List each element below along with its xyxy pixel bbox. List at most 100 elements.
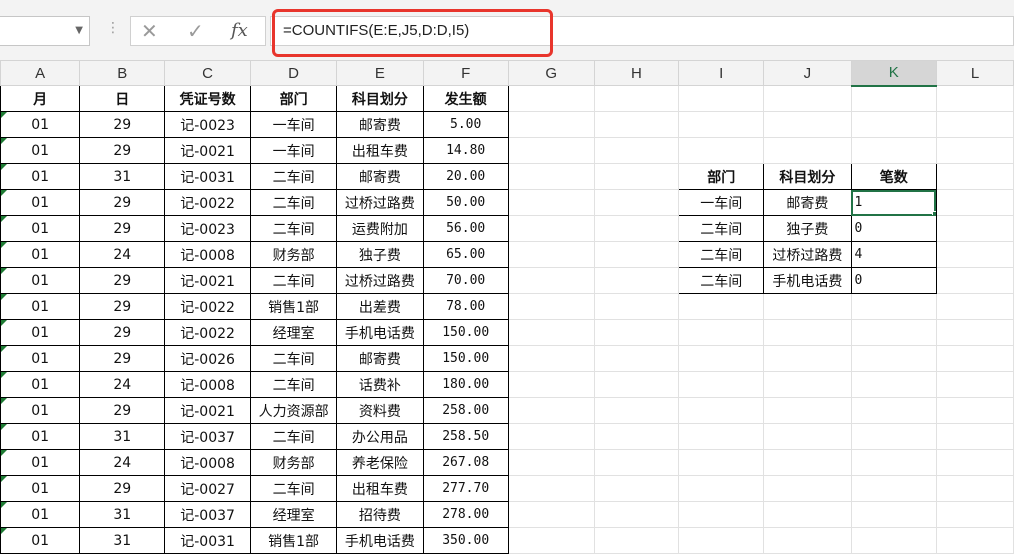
empty-cell[interactable] <box>593 449 680 476</box>
empty-cell[interactable] <box>850 527 937 554</box>
cell-month[interactable]: 01 <box>0 137 81 164</box>
cell-subject[interactable]: 过桥过路费 <box>336 189 424 216</box>
empty-cell[interactable] <box>593 371 680 398</box>
empty-cell[interactable] <box>935 137 1014 164</box>
cell-day[interactable]: 29 <box>79 345 166 372</box>
empty-cell[interactable] <box>935 397 1014 424</box>
empty-cell[interactable] <box>935 371 1014 398</box>
cell-voucher[interactable]: 记-0021 <box>164 267 251 294</box>
cell-voucher[interactable]: 记-0021 <box>164 397 251 424</box>
chevron-down-icon[interactable]: ▼ <box>75 25 83 36</box>
cell-dept[interactable]: 销售1部 <box>249 293 338 320</box>
empty-cell[interactable] <box>935 319 1014 346</box>
cell-day[interactable]: 24 <box>79 371 166 398</box>
cancel-icon[interactable]: ✕ <box>141 19 158 43</box>
empty-cell[interactable] <box>935 293 1014 320</box>
cell-voucher[interactable]: 记-0008 <box>164 371 251 398</box>
summary-cell-dept[interactable]: 二车间 <box>678 215 765 242</box>
cell-day[interactable]: 29 <box>79 267 166 294</box>
empty-cell[interactable] <box>507 267 595 294</box>
cell-subject[interactable]: 独子费 <box>336 241 424 268</box>
cell-amount[interactable]: 150.00 <box>422 345 509 372</box>
empty-cell[interactable] <box>935 423 1014 450</box>
empty-cell[interactable] <box>763 137 852 164</box>
header-day[interactable]: 日 <box>79 85 166 112</box>
empty-cell[interactable] <box>935 189 1014 216</box>
cell-day[interactable]: 31 <box>79 163 166 190</box>
cell-amount[interactable]: 78.00 <box>422 293 509 320</box>
empty-cell[interactable] <box>935 241 1014 268</box>
empty-cell[interactable] <box>678 137 765 164</box>
cell-dept[interactable]: 二车间 <box>249 345 338 372</box>
cell-amount[interactable]: 56.00 <box>422 215 509 242</box>
empty-cell[interactable] <box>678 85 765 112</box>
cell-day[interactable]: 24 <box>79 449 166 476</box>
cell-subject[interactable]: 邮寄费 <box>336 111 424 138</box>
empty-cell[interactable] <box>593 111 680 138</box>
cell-subject[interactable]: 出差费 <box>336 293 424 320</box>
cell-voucher[interactable]: 记-0027 <box>164 475 251 502</box>
cell-subject[interactable]: 运费附加 <box>336 215 424 242</box>
empty-cell[interactable] <box>935 111 1014 138</box>
empty-cell[interactable] <box>763 371 852 398</box>
empty-cell[interactable] <box>593 85 680 112</box>
cell-month[interactable]: 01 <box>0 267 81 294</box>
cell-subject[interactable]: 手机电话费 <box>336 527 424 554</box>
empty-cell[interactable] <box>593 163 680 190</box>
cell-dept[interactable]: 二车间 <box>249 215 338 242</box>
empty-cell[interactable] <box>763 111 852 138</box>
cell-month[interactable]: 01 <box>0 501 81 528</box>
empty-cell[interactable] <box>507 527 595 554</box>
empty-cell[interactable] <box>507 345 595 372</box>
cell-dept[interactable]: 二车间 <box>249 267 338 294</box>
cell-month[interactable]: 01 <box>0 449 81 476</box>
header-month[interactable]: 月 <box>0 85 81 112</box>
cell-voucher[interactable]: 记-0022 <box>164 319 251 346</box>
empty-cell[interactable] <box>593 189 680 216</box>
empty-cell[interactable] <box>850 449 937 476</box>
summary-cell-count[interactable]: 0 <box>850 267 937 294</box>
cell-subject[interactable]: 办公用品 <box>336 423 424 450</box>
cell-amount[interactable]: 258.00 <box>422 397 509 424</box>
empty-cell[interactable] <box>935 267 1014 294</box>
column-header-b[interactable]: B <box>79 60 166 86</box>
cell-voucher[interactable]: 记-0021 <box>164 137 251 164</box>
empty-cell[interactable] <box>850 319 937 346</box>
empty-cell[interactable] <box>507 215 595 242</box>
cell-amount[interactable]: 65.00 <box>422 241 509 268</box>
column-header-d[interactable]: D <box>249 60 338 86</box>
empty-cell[interactable] <box>763 319 852 346</box>
summary-cell-dept[interactable]: 二车间 <box>678 241 765 268</box>
empty-cell[interactable] <box>850 345 937 372</box>
empty-cell[interactable] <box>678 527 765 554</box>
empty-cell[interactable] <box>593 345 680 372</box>
cell-dept[interactable]: 经理室 <box>249 501 338 528</box>
cell-subject[interactable]: 出租车费 <box>336 137 424 164</box>
cell-amount[interactable]: 180.00 <box>422 371 509 398</box>
cell-day[interactable]: 31 <box>79 527 166 554</box>
empty-cell[interactable] <box>850 293 937 320</box>
cell-dept[interactable]: 经理室 <box>249 319 338 346</box>
cell-amount[interactable]: 267.08 <box>422 449 509 476</box>
empty-cell[interactable] <box>593 501 680 528</box>
empty-cell[interactable] <box>678 111 765 138</box>
empty-cell[interactable] <box>935 85 1014 112</box>
cell-month[interactable]: 01 <box>0 371 81 398</box>
empty-cell[interactable] <box>678 371 765 398</box>
empty-cell[interactable] <box>593 319 680 346</box>
cell-subject[interactable]: 养老保险 <box>336 449 424 476</box>
empty-cell[interactable] <box>678 501 765 528</box>
empty-cell[interactable] <box>593 137 680 164</box>
cell-month[interactable]: 01 <box>0 319 81 346</box>
empty-cell[interactable] <box>507 501 595 528</box>
cell-amount[interactable]: 70.00 <box>422 267 509 294</box>
cell-subject[interactable]: 话费补 <box>336 371 424 398</box>
header-subject[interactable]: 科目划分 <box>336 85 424 112</box>
column-header-f[interactable]: F <box>422 60 509 86</box>
empty-cell[interactable] <box>850 475 937 502</box>
cell-voucher[interactable]: 记-0037 <box>164 423 251 450</box>
empty-cell[interactable] <box>763 449 852 476</box>
summary-cell-subject[interactable]: 过桥过路费 <box>763 241 852 268</box>
empty-cell[interactable] <box>850 111 937 138</box>
header-amount[interactable]: 发生额 <box>422 85 509 112</box>
